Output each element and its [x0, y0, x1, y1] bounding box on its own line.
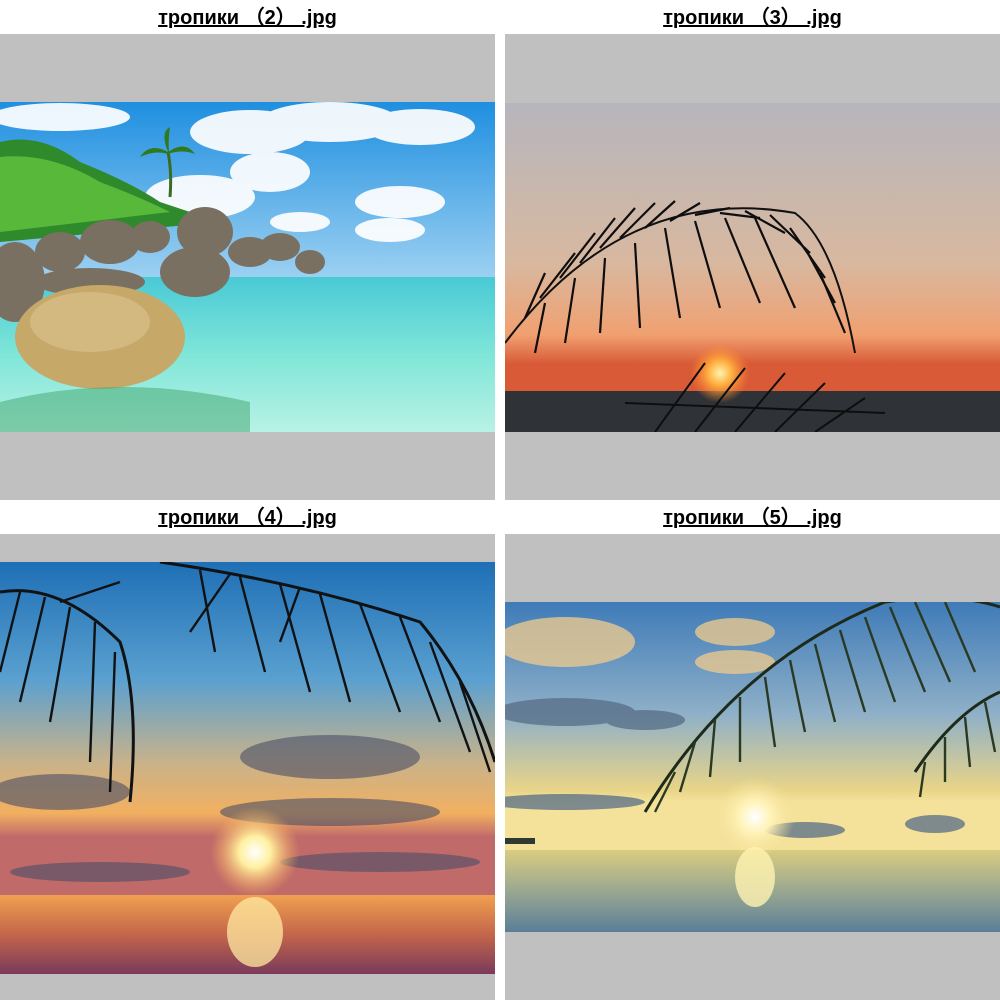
image-frame [0, 34, 495, 500]
gallery-tile-3[interactable]: тропики （4） .jpg [0, 500, 495, 1000]
file-name-label[interactable]: тропики （3） .jpg [505, 0, 1000, 34]
file-name-label[interactable]: тропики （5） .jpg [505, 500, 1000, 534]
palm-leaf-calm-sea-sunrise-photo[interactable] [505, 602, 1000, 932]
palm-silhouette-sunset-photo[interactable] [505, 103, 1000, 432]
gallery-tile-4[interactable]: тропики （5） .jpg [505, 500, 1000, 1000]
image-frame [0, 534, 495, 1000]
image-frame [505, 34, 1000, 500]
file-name-label[interactable]: тропики （4） .jpg [0, 500, 495, 534]
palm-fronds-ocean-sunset-photo[interactable] [0, 562, 495, 974]
gallery-tile-2[interactable]: тропики （3） .jpg [505, 0, 1000, 500]
image-gallery: тропики （2） .jpg тропики （3） .jpg тропик… [0, 0, 1000, 1000]
image-frame [505, 534, 1000, 1000]
gallery-tile-1[interactable]: тропики （2） .jpg [0, 0, 495, 500]
file-name-label[interactable]: тропики （2） .jpg [0, 0, 495, 34]
rocky-tropical-beach-photo[interactable] [0, 102, 495, 432]
